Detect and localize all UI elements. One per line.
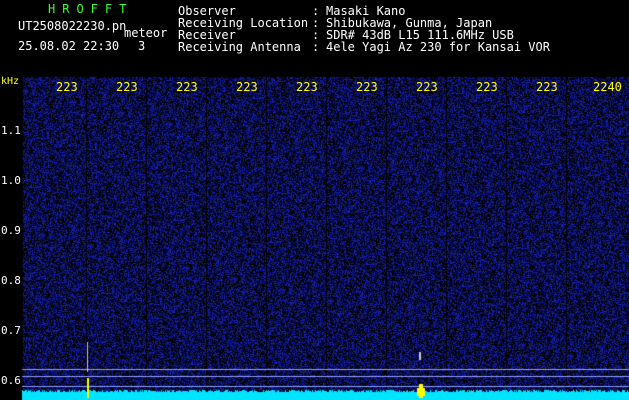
meteor-count: 3 [138, 39, 146, 53]
y-tick-label: 0.9 [1, 224, 21, 237]
app-brand: HROFFT [48, 2, 134, 16]
x-tick-label: 223 [476, 80, 498, 94]
antenna-label: Receiving Antenna [178, 40, 301, 54]
antenna-value: 4ele Yagi Az 230 for Kansai VOR [326, 40, 550, 54]
x-tick-label: 223 [176, 80, 198, 94]
y-tick-label: 1.1 [1, 124, 21, 137]
x-tick-label: 223 [416, 80, 438, 94]
x-tick-label: 223 [296, 80, 318, 94]
spectrogram [0, 0, 629, 400]
file-name: UT2508022230.pn [18, 19, 127, 33]
x-tick-label: 2240 [593, 80, 622, 94]
date-time: 25.08.02 22:30 [18, 39, 120, 53]
y-tick-label: 0.6 [1, 374, 21, 387]
y-tick-label: 1.0 [1, 174, 21, 187]
x-tick-label: 223 [116, 80, 138, 94]
antenna-colon: : [312, 40, 320, 54]
meteor-label: meteor [124, 26, 168, 40]
x-tick-label: 223 [236, 80, 258, 94]
x-tick-label: 223 [56, 80, 78, 94]
y-axis-unit: kHz [1, 76, 20, 87]
y-tick-label: 0.8 [1, 274, 21, 287]
x-tick-label: 223 [356, 80, 378, 94]
x-tick-label: 223 [536, 80, 558, 94]
y-tick-label: 0.7 [1, 324, 21, 337]
